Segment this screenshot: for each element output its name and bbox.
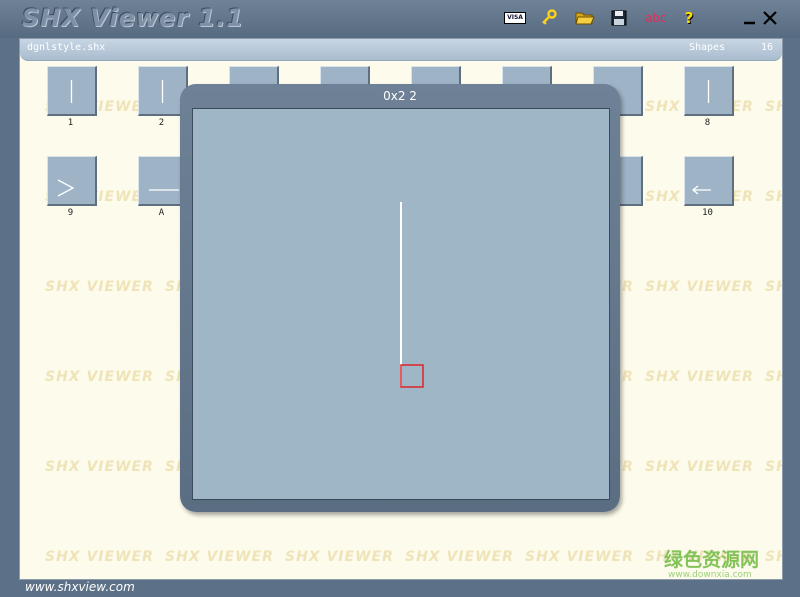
watermark-text: SHX VIEWER xyxy=(405,549,514,565)
visa-icon: VISA xyxy=(504,12,526,24)
shapes-count: 16 xyxy=(761,42,774,53)
shape-tile-label: 9 xyxy=(67,208,74,218)
watermark-text: SHX VIEWER xyxy=(165,549,274,565)
watermark-text: SHX VIEWER xyxy=(285,549,394,565)
close-icon xyxy=(763,11,777,25)
origin-marker xyxy=(400,364,424,388)
panel-header: dgnlstyle.shx Shapes 16 xyxy=(20,39,782,61)
abc-text-button[interactable]: abc xyxy=(643,8,669,28)
minimize-button[interactable] xyxy=(741,9,759,27)
open-file-button[interactable] xyxy=(573,8,597,28)
floppy-disk-icon xyxy=(611,10,627,26)
shape-tile-label: 8 xyxy=(704,118,711,128)
dialog-title: 0x2 2 xyxy=(383,89,417,103)
shape-tile[interactable] xyxy=(684,66,734,116)
footer-url[interactable]: www.shxview.com xyxy=(25,580,135,594)
shape-tile[interactable] xyxy=(47,156,97,206)
file-name: dgnlstyle.shx xyxy=(27,42,106,53)
close-button[interactable] xyxy=(761,9,779,27)
site-watermark-url: www.downxia.com xyxy=(668,570,752,580)
watermark-text: SHX VIEWER xyxy=(645,459,754,475)
shape-tile[interactable] xyxy=(47,66,97,116)
tile-glyph xyxy=(707,80,710,103)
shape-preview-canvas xyxy=(192,108,610,500)
tile-glyph xyxy=(149,189,179,191)
help-button[interactable]: ? xyxy=(677,8,701,28)
shape-tile[interactable] xyxy=(684,156,734,206)
watermark-text: SHX VIEWER xyxy=(765,369,782,385)
watermark-text: SHX VIEWER xyxy=(765,549,782,565)
key-icon xyxy=(542,9,557,25)
minimize-icon xyxy=(744,21,755,25)
shape-preview-dialog: 0x2 2 xyxy=(180,84,620,512)
shapes-label: Shapes xyxy=(689,42,726,53)
shape-tile-label: 10 xyxy=(702,208,713,218)
shape-tile-label: 1 xyxy=(67,118,74,128)
save-button[interactable] xyxy=(607,8,631,28)
folder-open-icon xyxy=(575,12,595,25)
site-watermark-logo: 绿色资源网 xyxy=(664,549,760,571)
app-title: SHX Viewer 1.1 xyxy=(22,4,245,32)
watermark-text: SHX VIEWER xyxy=(765,99,782,115)
title-bar[interactable]: SHX Viewer 1.1 VISA abc ? xyxy=(0,0,800,38)
watermark-text: SHX VIEWER xyxy=(45,459,154,475)
key-button[interactable] xyxy=(537,8,561,28)
watermark-text: SHX VIEWER xyxy=(645,279,754,295)
watermark-text: SHX VIEWER xyxy=(45,369,154,385)
watermark-text: SHX VIEWER xyxy=(45,279,154,295)
visa-button[interactable]: VISA xyxy=(503,8,527,28)
watermark-text: SHX VIEWER xyxy=(765,189,782,205)
tile-glyph xyxy=(57,179,75,197)
watermark-text: SHX VIEWER xyxy=(525,549,634,565)
watermark-text: SHX VIEWER xyxy=(645,369,754,385)
tile-glyph xyxy=(161,80,164,103)
shape-tile-label: 2 xyxy=(158,118,165,128)
preview-drawing xyxy=(400,202,424,388)
shx-viewer-window: SHX Viewer 1.1 VISA abc ? dgnlstyle.shx … xyxy=(0,0,800,597)
tile-glyph xyxy=(691,185,711,195)
watermark-text: SHX VIEWER xyxy=(765,459,782,475)
watermark-text: SHX VIEWER xyxy=(45,549,154,565)
shape-tile-label: A xyxy=(158,208,165,218)
tile-glyph xyxy=(70,80,73,103)
watermark-text: SHX VIEWER xyxy=(765,279,782,295)
